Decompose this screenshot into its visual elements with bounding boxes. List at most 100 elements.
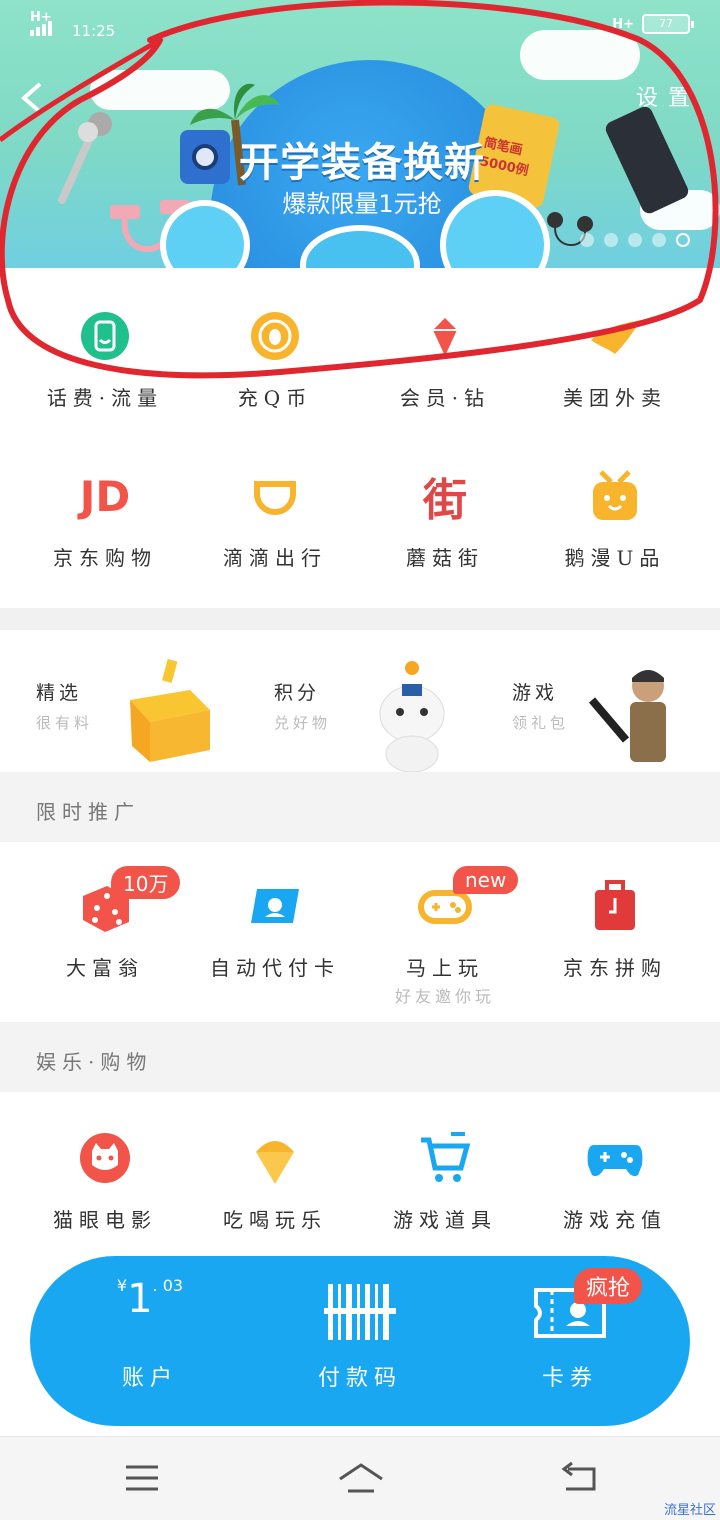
item-sublabel: 好友邀你玩: [394, 987, 495, 1006]
eman-icon: [585, 466, 645, 526]
carousel-dot[interactable]: [652, 233, 666, 247]
badge-count: 10万: [111, 866, 181, 899]
section-header-limited: 限时推广: [0, 772, 720, 842]
carousel-dot-active[interactable]: [676, 233, 690, 247]
wallet-bar: ¥1. 03 账户 付款码 疯抢 卡券: [30, 1256, 690, 1426]
service-vip[interactable]: 会员·钻: [360, 306, 530, 411]
carousel-dot[interactable]: [580, 233, 594, 247]
promo-subtitle: 很有料: [36, 714, 94, 732]
signal-icon: H+: [30, 10, 62, 40]
controller-icon: [585, 1128, 645, 1188]
carousel-dot[interactable]: [604, 233, 618, 247]
promo-featured[interactable]: 精选 很有料: [0, 630, 240, 772]
phone-icon: [75, 306, 135, 366]
promo-points[interactable]: 积分 兑好物: [240, 630, 480, 772]
section-title: 娱乐·购物: [36, 1050, 153, 1074]
icecream-icon: [245, 1128, 305, 1188]
item-label: 自动代付卡: [210, 956, 340, 980]
banner-subtitle: 爆款限量1元抢: [282, 190, 442, 218]
watermark: 流星社区: [663, 1503, 716, 1518]
back-button[interactable]: [14, 78, 54, 118]
carousel-dot[interactable]: [628, 233, 642, 247]
carousel-dots[interactable]: [580, 233, 690, 247]
section-divider: [0, 608, 720, 630]
account-button[interactable]: ¥1. 03 账户: [50, 1256, 250, 1426]
menu-icon[interactable]: [122, 1461, 162, 1495]
gamepad-icon: new: [415, 866, 519, 936]
status-bar: H+ 11:25 H+ 77: [0, 0, 720, 52]
item-food-fun[interactable]: 吃喝玩乐: [190, 1128, 360, 1233]
service-mogujie[interactable]: 街 蘑菇街: [360, 466, 530, 571]
coupons-label: 卡券: [541, 1366, 598, 1391]
item-game-props[interactable]: 游戏道具: [360, 1128, 530, 1233]
item-label: 猫眼电影: [53, 1208, 157, 1232]
diamond-icon: [415, 306, 475, 366]
banner-title: 开学装备换新: [239, 140, 485, 186]
game-character-icon: [588, 670, 666, 762]
qq-coin-icon: [245, 306, 305, 366]
service-eman[interactable]: 鹅漫U品: [530, 466, 700, 571]
service-topup[interactable]: 话费·流量: [20, 306, 190, 411]
qq-card-icon: [245, 876, 305, 936]
section-title: 限时推广: [36, 800, 140, 824]
system-nav-bar: [0, 1436, 720, 1520]
item-game-topup[interactable]: 游戏充值: [530, 1128, 700, 1233]
dice-icon: 10万: [75, 866, 181, 936]
item-label: 京东拼购: [563, 956, 667, 980]
service-label: 滴滴出行: [223, 546, 327, 570]
service-label: 美团外卖: [563, 386, 667, 410]
qq-wallet-page: 简笔画 5000例 开学装备换新 爆款限量1元抢 H+ 11:25 H+ 77 …: [0, 0, 720, 1520]
promo-games[interactable]: 游戏 领礼包: [480, 630, 720, 772]
coupon-badge: 疯抢: [574, 1268, 643, 1304]
back-nav-icon[interactable]: [560, 1461, 600, 1495]
gift-box-icon: [130, 659, 210, 762]
item-maoyan[interactable]: 猫眼电影: [20, 1128, 190, 1233]
cart-icon: [415, 1128, 475, 1188]
item-label: 游戏充值: [563, 1208, 667, 1232]
jd-icon: JD: [79, 471, 131, 521]
cat-icon: [75, 1128, 135, 1188]
service-label: 京东购物: [53, 546, 157, 570]
earphones-product: [547, 212, 593, 246]
service-label: 会员·钻: [399, 386, 491, 410]
settings-button[interactable]: 设置: [636, 80, 700, 112]
didi-icon: [245, 466, 305, 526]
service-jd[interactable]: JD 京东购物: [20, 466, 190, 571]
meituan-icon: [585, 306, 645, 366]
pay-code-button[interactable]: 付款码: [260, 1256, 460, 1426]
account-label: 账户: [121, 1366, 178, 1391]
promo-row: 精选 很有料 积分 兑好物 游戏 领礼包: [0, 630, 720, 772]
badge-new: new: [453, 866, 519, 894]
promo-subtitle: 兑好物: [274, 714, 332, 732]
item-label: 马上玩: [406, 956, 484, 980]
battery-icon: 77: [642, 14, 694, 34]
service-label: 话费·流量: [46, 386, 164, 410]
promo-title: 积分: [274, 682, 321, 704]
item-label: 大富翁: [66, 956, 144, 980]
services-row-2: JD 京东购物 滴滴出行 街 蘑菇街 鹅漫U品: [20, 466, 700, 571]
promo-title: 精选: [36, 682, 83, 704]
promo-subtitle: 领礼包: [512, 714, 570, 732]
status-time: 11:25: [72, 22, 116, 40]
limited-row: 10万 大富翁 自动代付卡 new 马上玩 好友邀你玩 京东拼购: [20, 866, 700, 1007]
entertainment-row: 猫眼电影 吃喝玩乐 游戏道具 游戏充值: [20, 1128, 700, 1233]
pay-code-label: 付款码: [317, 1366, 402, 1391]
item-autopay-card[interactable]: 自动代付卡: [190, 876, 360, 1007]
service-label: 鹅漫U品: [564, 546, 666, 570]
item-play-now[interactable]: new 马上玩 好友邀你玩: [360, 866, 530, 1007]
speaker-product: [180, 130, 230, 184]
coupons-button[interactable]: 疯抢 卡券: [470, 1256, 670, 1426]
jd-pingou-icon: [585, 876, 645, 936]
network-indicator: H+: [612, 16, 634, 32]
service-meituan[interactable]: 美团外卖: [530, 306, 700, 411]
section-header-entertainment: 娱乐·购物: [0, 1022, 720, 1092]
service-didi[interactable]: 滴滴出行: [190, 466, 360, 571]
mogujie-icon: 街: [423, 475, 467, 526]
barcode-icon: [324, 1284, 396, 1340]
services-row-1: 话费·流量 充Q币 会员·钻 美团外卖: [20, 306, 700, 411]
shaver-product: [603, 104, 691, 216]
home-icon[interactable]: [336, 1461, 386, 1495]
item-jd-pingou[interactable]: 京东拼购: [530, 876, 700, 1007]
item-dafuweng[interactable]: 10万 大富翁: [20, 866, 190, 1007]
service-qcoin[interactable]: 充Q币: [190, 306, 360, 411]
